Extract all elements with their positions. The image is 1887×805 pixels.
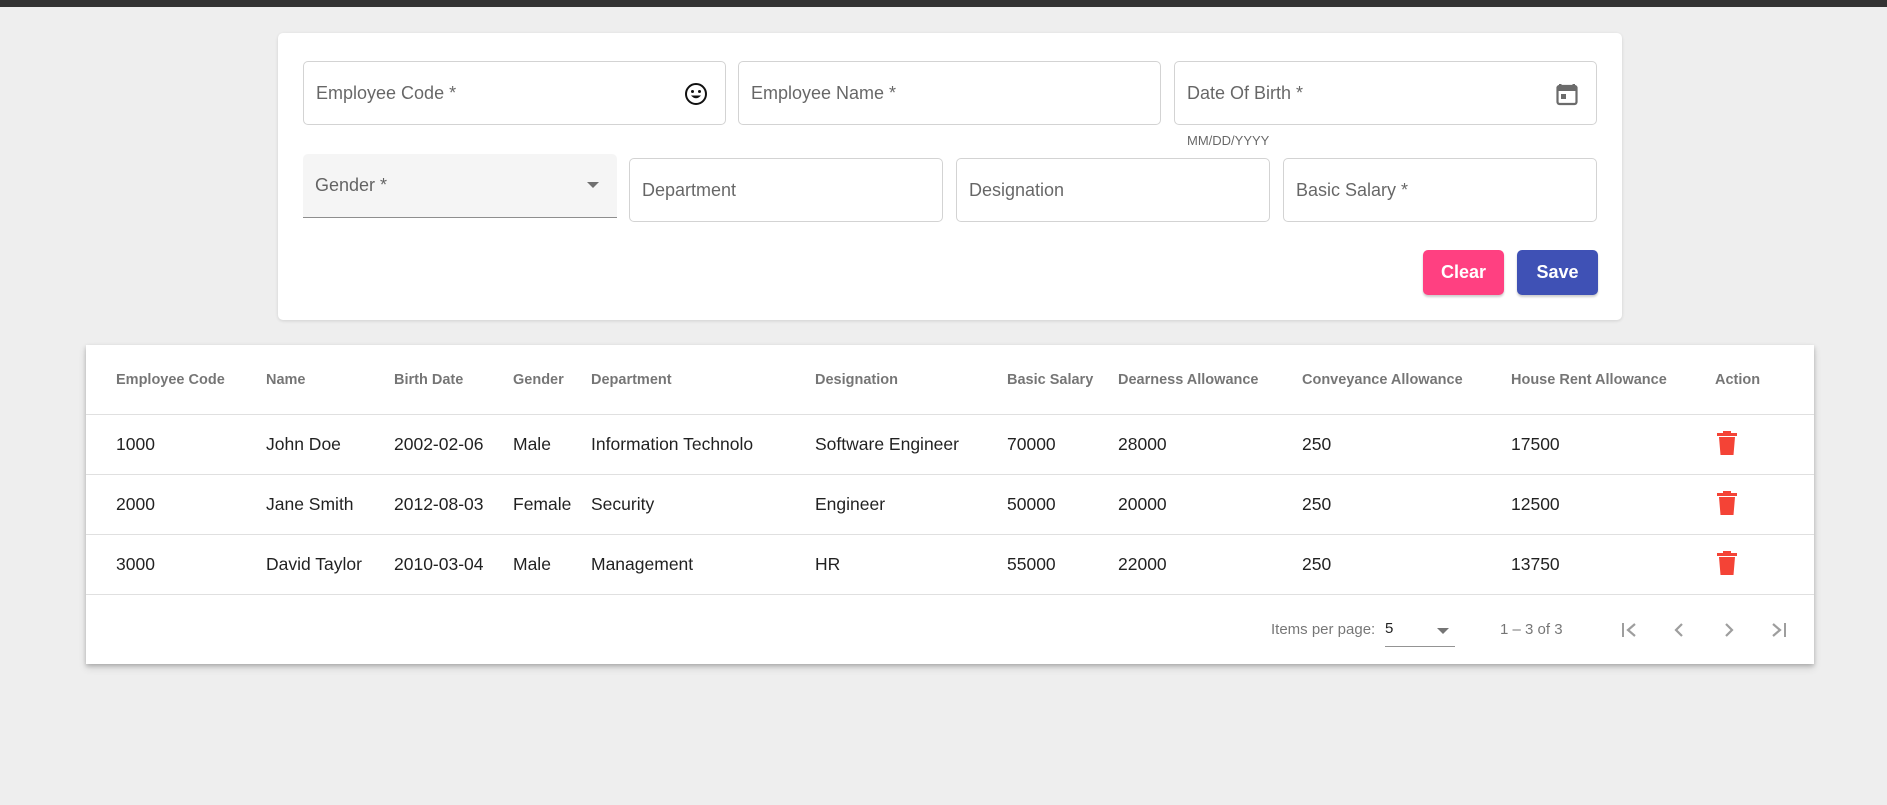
employee-name-field[interactable]: Employee Name * — [738, 61, 1161, 125]
first-page-icon[interactable] — [1617, 618, 1641, 642]
cell-designation: Engineer — [815, 494, 886, 514]
header-basic-salary[interactable]: Basic Salary — [1007, 345, 1093, 415]
cell-name: John Doe — [266, 434, 341, 454]
smiley-icon — [683, 81, 709, 107]
page-size-value: 5 — [1385, 620, 1394, 637]
cell-name: David Taylor — [266, 554, 362, 574]
cell-conveyance-allowance: 250 — [1302, 554, 1332, 574]
chevron-down-icon — [1437, 628, 1449, 634]
chevron-right-icon[interactable] — [1717, 618, 1741, 642]
department-field[interactable]: Department — [629, 158, 943, 222]
cell-birth-date: 2010-03-04 — [394, 554, 484, 574]
cell-gender: Male — [513, 554, 551, 574]
page-range-label: 1 – 3 of 3 — [1500, 621, 1563, 638]
header-conveyance-allowance[interactable]: Conveyance Allowance — [1302, 345, 1463, 415]
top-bar — [0, 0, 1887, 7]
cell-designation: HR — [815, 554, 841, 574]
cell-house-rent-allowance: 12500 — [1511, 494, 1560, 514]
chevron-down-icon — [587, 182, 599, 188]
delete-icon[interactable] — [1717, 551, 1741, 577]
header-employee-code[interactable]: Employee Code — [116, 345, 225, 415]
header-action: Action — [1715, 372, 1761, 388]
date-of-birth-field[interactable]: Date Of Birth * — [1174, 61, 1597, 125]
employee-code-field[interactable]: Employee Code * — [303, 61, 726, 125]
cell-basic-salary: 50000 — [1007, 494, 1056, 514]
cell-employee-code: 2000 — [116, 494, 155, 514]
header-house-rent-allowance[interactable]: House Rent Allowance — [1511, 345, 1667, 415]
cell-department: Security — [591, 494, 655, 514]
date-format-hint: MM/DD/YYYY — [1187, 133, 1270, 148]
cell-name: Jane Smith — [266, 494, 354, 514]
cell-house-rent-allowance: 13750 — [1511, 554, 1560, 574]
last-page-icon[interactable] — [1767, 618, 1791, 642]
employee-name-label: Employee Name * — [751, 83, 897, 103]
cell-department: Information Technolo — [591, 434, 754, 454]
chevron-left-icon[interactable] — [1667, 618, 1691, 642]
table-row: 1000 John Doe 2002-02-06 Male Informatio… — [86, 414, 1814, 474]
date-of-birth-label: Date Of Birth * — [1187, 83, 1304, 103]
clear-button[interactable]: Clear — [1423, 250, 1504, 295]
calendar-icon[interactable] — [1554, 81, 1580, 107]
header-dearness-allowance[interactable]: Dearness Allowance — [1118, 345, 1259, 415]
cell-birth-date: 2002-02-06 — [394, 434, 484, 454]
cell-birth-date: 2012-08-03 — [394, 494, 484, 514]
cell-gender: Female — [513, 494, 572, 514]
cell-dearness-allowance: 28000 — [1118, 434, 1167, 454]
employee-code-label: Employee Code * — [316, 83, 457, 103]
header-name[interactable]: Name — [266, 345, 306, 415]
header-designation[interactable]: Designation — [815, 345, 898, 415]
cell-employee-code: 1000 — [116, 434, 155, 454]
department-label: Department — [642, 180, 737, 200]
gender-select[interactable]: Gender * — [303, 154, 617, 218]
cell-dearness-allowance: 22000 — [1118, 554, 1167, 574]
items-per-page-label: Items per page: — [1271, 621, 1376, 638]
page-size-select[interactable]: 5 — [1385, 617, 1455, 647]
table-row: 3000 David Taylor 2010-03-04 Male Manage… — [86, 534, 1814, 594]
delete-icon[interactable] — [1717, 491, 1741, 517]
cell-basic-salary: 55000 — [1007, 554, 1056, 574]
delete-icon[interactable] — [1717, 431, 1741, 457]
cell-employee-code: 3000 — [116, 554, 155, 574]
header-birth-date[interactable]: Birth Date — [394, 345, 463, 415]
cell-house-rent-allowance: 17500 — [1511, 434, 1560, 454]
employee-form-card: Employee Code * Employee Name * Date Of … — [278, 33, 1622, 320]
header-gender[interactable]: Gender — [513, 345, 564, 415]
cell-conveyance-allowance: 250 — [1302, 494, 1332, 514]
cell-conveyance-allowance: 250 — [1302, 434, 1332, 454]
cell-basic-salary: 70000 — [1007, 434, 1056, 454]
paginator: Items per page: 5 1 – 3 of 3 — [86, 594, 1814, 664]
employee-table-card: Employee Code Name Birth Date Gender Dep… — [86, 345, 1814, 664]
header-department[interactable]: Department — [591, 345, 672, 415]
gender-label: Gender * — [315, 175, 388, 195]
designation-label: Designation — [969, 180, 1065, 200]
basic-salary-label: Basic Salary * — [1296, 180, 1409, 200]
basic-salary-field[interactable]: Basic Salary * — [1283, 158, 1597, 222]
cell-gender: Male — [513, 434, 551, 454]
save-button[interactable]: Save — [1517, 250, 1598, 295]
table-row: 2000 Jane Smith 2012-08-03 Female Securi… — [86, 474, 1814, 534]
designation-field[interactable]: Designation — [956, 158, 1270, 222]
cell-dearness-allowance: 20000 — [1118, 494, 1167, 514]
cell-department: Management — [591, 554, 694, 574]
cell-designation: Software Engineer — [815, 434, 959, 454]
